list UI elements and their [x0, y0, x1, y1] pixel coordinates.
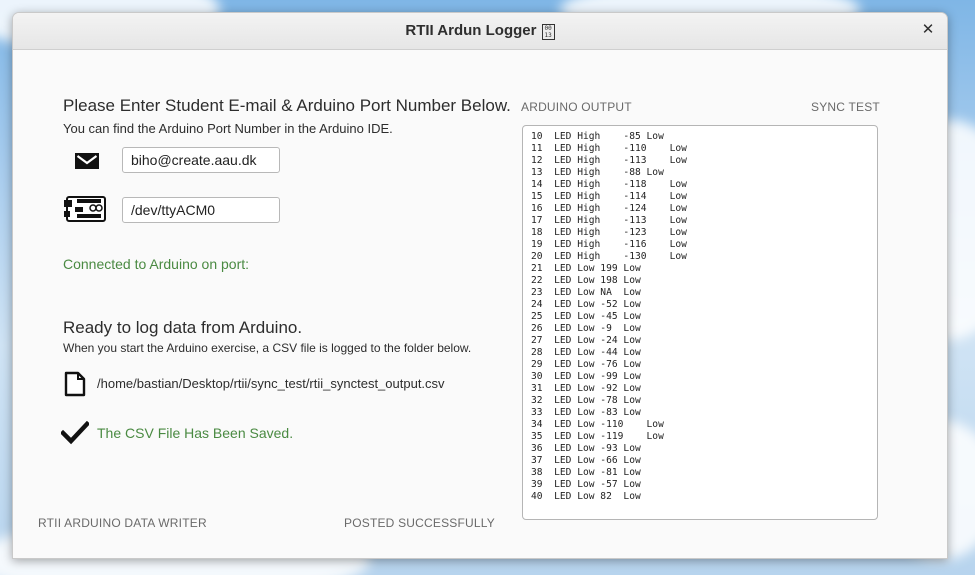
log-line: 37 LED Low -66 Low: [531, 455, 641, 466]
sync-test-label: SYNC TEST: [811, 100, 880, 114]
log-description: When you start the Arduino exercise, a C…: [63, 341, 472, 355]
log-line: 36 LED Low -93 Low: [531, 443, 641, 454]
port-field[interactable]: [122, 197, 280, 223]
log-line: 34 LED Low -110 Low: [531, 419, 664, 430]
log-line: 21 LED Low 199 Low: [531, 263, 641, 274]
document-icon: [64, 371, 86, 397]
arduino-output-label: ARDUINO OUTPUT: [521, 100, 632, 114]
arduino-board-icon: [63, 194, 107, 224]
envelope-icon: [74, 151, 100, 171]
log-heading: Ready to log data from Arduino.: [63, 318, 303, 337]
log-line: 14 LED High -118 Low: [531, 179, 687, 190]
log-line: 40 LED Low 82 Low: [531, 491, 641, 502]
log-line: 17 LED High -113 Low: [531, 215, 687, 226]
log-line: 30 LED Low -99 Low: [531, 371, 641, 382]
window-title-text: RTII Ardun Logger: [405, 22, 537, 39]
csv-file-path: /home/bastian/Desktop/rtii/sync_test/rti…: [97, 376, 445, 391]
log-line: 11 LED High -110 Low: [531, 143, 687, 154]
close-button[interactable]: ✕: [919, 21, 937, 39]
log-line: 38 LED Low -81 Low: [531, 467, 641, 478]
window-title: RTII Ardun Logger 00 13: [13, 22, 947, 40]
post-status-label: POSTED SUCCESSFULLY: [344, 516, 495, 530]
log-line: 28 LED Low -44 Low: [531, 347, 641, 358]
log-line: 10 LED High -85 Low: [531, 131, 664, 142]
log-line: 19 LED High -116 Low: [531, 239, 687, 250]
log-line: 20 LED High -130 Low: [531, 251, 687, 262]
log-lines: 10 LED High -85 Low 11 LED High -110 Low 1…: [531, 131, 869, 503]
log-line: 22 LED Low 198 Low: [531, 275, 641, 286]
email-field[interactable]: [122, 147, 280, 173]
log-line: 16 LED High -124 Low: [531, 203, 687, 214]
app-name-label: RTII ARDUINO DATA WRITER: [38, 516, 207, 530]
log-line: 33 LED Low -83 Low: [531, 407, 641, 418]
connection-status: Connected to Arduino on port:: [63, 256, 250, 272]
log-line: 12 LED High -113 Low: [531, 155, 687, 166]
log-line: 13 LED High -88 Low: [531, 167, 664, 178]
log-line: 18 LED High -123 Low: [531, 227, 687, 238]
log-line: 23 LED Low NA Low: [531, 287, 641, 298]
app-window: RTII Ardun Logger 00 13 ✕ Please Enter St…: [12, 12, 948, 559]
port-hint: You can find the Arduino Port Number in …: [63, 121, 393, 136]
title-bar[interactable]: RTII Ardun Logger 00 13 ✕: [13, 13, 947, 50]
checkmark-icon: [59, 420, 91, 445]
missing-glyph-icon: 00 13: [541, 24, 555, 40]
log-line: 32 LED Low -78 Low: [531, 395, 641, 406]
log-line: 31 LED Low -92 Low: [531, 383, 641, 394]
log-line: 26 LED Low -9 Low: [531, 323, 641, 334]
log-line: 15 LED High -114 Low: [531, 191, 687, 202]
saved-status: The CSV File Has Been Saved.: [97, 425, 294, 441]
arduino-output-textview[interactable]: 10 LED High -85 Low 11 LED High -110 Low 1…: [522, 125, 878, 520]
log-line: 39 LED Low -57 Low: [531, 479, 641, 490]
log-line: 27 LED Low -24 Low: [531, 335, 641, 346]
log-line: 35 LED Low -119 Low: [531, 431, 664, 442]
form-heading: Please Enter Student E-mail & Arduino Po…: [63, 96, 511, 115]
log-line: 25 LED Low -45 Low: [531, 311, 641, 322]
log-line: 29 LED Low -76 Low: [531, 359, 641, 370]
log-line: 24 LED Low -52 Low: [531, 299, 641, 310]
